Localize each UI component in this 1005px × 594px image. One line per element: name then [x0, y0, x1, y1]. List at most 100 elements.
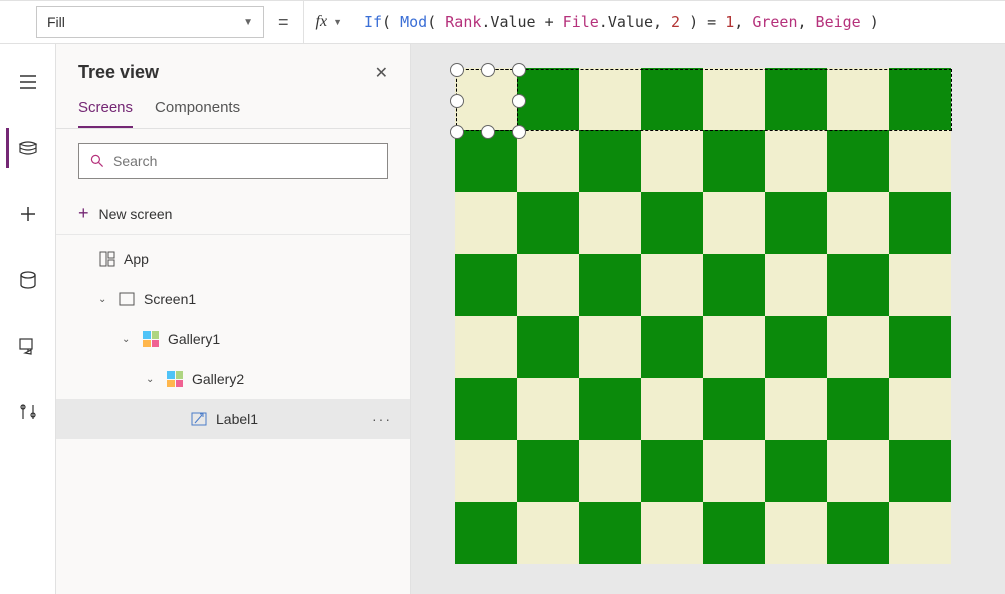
tree-item-app[interactable]: App [56, 239, 410, 279]
board-square[interactable] [703, 68, 765, 130]
board-square[interactable] [517, 68, 579, 130]
board-square[interactable] [455, 130, 517, 192]
board-square[interactable] [889, 502, 951, 564]
board-square[interactable] [889, 130, 951, 192]
board-square[interactable] [765, 254, 827, 316]
board-square[interactable] [765, 192, 827, 254]
board-square[interactable] [517, 254, 579, 316]
board-square[interactable] [455, 378, 517, 440]
tree-item-label1[interactable]: Label1 ··· [56, 399, 410, 439]
board-square[interactable] [889, 440, 951, 502]
tree-view-button[interactable] [6, 128, 46, 168]
board-square[interactable] [455, 502, 517, 564]
board-square[interactable] [517, 130, 579, 192]
board-square[interactable] [827, 192, 889, 254]
resize-handle[interactable] [512, 94, 526, 108]
board-square[interactable] [703, 316, 765, 378]
board-square[interactable] [827, 254, 889, 316]
board-square[interactable] [703, 502, 765, 564]
board-square[interactable] [455, 440, 517, 502]
board-square[interactable] [765, 378, 827, 440]
board-square[interactable] [517, 502, 579, 564]
resize-handle[interactable] [450, 125, 464, 139]
board-square[interactable] [827, 130, 889, 192]
insert-button[interactable] [8, 194, 48, 234]
board-square[interactable] [889, 192, 951, 254]
board-square[interactable] [703, 130, 765, 192]
board-square[interactable] [579, 130, 641, 192]
board-square[interactable] [579, 192, 641, 254]
fx-button[interactable]: fx ▼ [303, 0, 354, 44]
board-square[interactable] [765, 440, 827, 502]
resize-handle[interactable] [512, 63, 526, 77]
board-square[interactable] [765, 502, 827, 564]
board-square[interactable] [889, 378, 951, 440]
property-name: Fill [47, 14, 65, 30]
board-square[interactable] [641, 254, 703, 316]
board-square[interactable] [889, 254, 951, 316]
board-square[interactable] [703, 378, 765, 440]
more-icon[interactable]: ··· [372, 411, 392, 427]
tab-screens[interactable]: Screens [78, 99, 133, 128]
board-square[interactable] [641, 378, 703, 440]
board-square[interactable] [765, 316, 827, 378]
board-square[interactable] [641, 130, 703, 192]
board-square[interactable] [579, 254, 641, 316]
formula-bar[interactable]: If( Mod( Rank.Value + File.Value, 2 ) = … [354, 0, 1005, 44]
tree-item-gallery2[interactable]: ⌄ Gallery2 [56, 359, 410, 399]
board-square[interactable] [889, 68, 951, 130]
resize-handle[interactable] [450, 63, 464, 77]
close-icon[interactable]: ✕ [375, 63, 388, 83]
board-square[interactable] [641, 68, 703, 130]
board-square[interactable] [889, 316, 951, 378]
board-square[interactable] [517, 192, 579, 254]
tab-components[interactable]: Components [155, 99, 240, 128]
board-square[interactable] [827, 440, 889, 502]
search-box[interactable] [78, 143, 388, 179]
chevron-down-icon: ⌄ [146, 374, 158, 385]
fx-label: fx [316, 13, 328, 31]
board-square[interactable] [765, 68, 827, 130]
search-input[interactable] [113, 153, 377, 169]
board-square[interactable] [641, 502, 703, 564]
board-square[interactable] [579, 316, 641, 378]
data-button[interactable] [8, 260, 48, 300]
board-square[interactable] [641, 192, 703, 254]
resize-handle[interactable] [481, 125, 495, 139]
board-square[interactable] [455, 316, 517, 378]
board-square[interactable] [579, 68, 641, 130]
resize-handle[interactable] [512, 125, 526, 139]
property-dropdown[interactable]: Fill ▼ [36, 6, 264, 38]
board-square[interactable] [827, 316, 889, 378]
board-square[interactable] [517, 378, 579, 440]
chevron-down-icon: ▼ [243, 17, 253, 28]
board-square[interactable] [579, 440, 641, 502]
tools-button[interactable] [8, 392, 48, 432]
canvas-area[interactable] [411, 44, 1005, 594]
tree-item-gallery1[interactable]: ⌄ Gallery1 [56, 319, 410, 359]
selection-outline[interactable] [456, 69, 518, 131]
board-square[interactable] [579, 378, 641, 440]
board-square[interactable] [517, 440, 579, 502]
board-square[interactable] [703, 254, 765, 316]
board-square[interactable] [641, 440, 703, 502]
board-square[interactable] [765, 130, 827, 192]
resize-handle[interactable] [450, 94, 464, 108]
tree-label: Gallery2 [192, 371, 244, 387]
board-square[interactable] [703, 440, 765, 502]
board-square[interactable] [455, 254, 517, 316]
board-square[interactable] [827, 68, 889, 130]
board-square[interactable] [455, 192, 517, 254]
resize-handle[interactable] [481, 63, 495, 77]
media-button[interactable] [8, 326, 48, 366]
board-square[interactable] [827, 378, 889, 440]
board-square[interactable] [703, 192, 765, 254]
tree-item-screen1[interactable]: ⌄ Screen1 [56, 279, 410, 319]
board-square[interactable] [641, 316, 703, 378]
hamburger-button[interactable] [8, 62, 48, 102]
board-square[interactable] [827, 502, 889, 564]
new-screen-button[interactable]: + New screen [56, 193, 410, 235]
board-square[interactable] [579, 502, 641, 564]
canvas[interactable] [455, 68, 951, 564]
board-square[interactable] [517, 316, 579, 378]
